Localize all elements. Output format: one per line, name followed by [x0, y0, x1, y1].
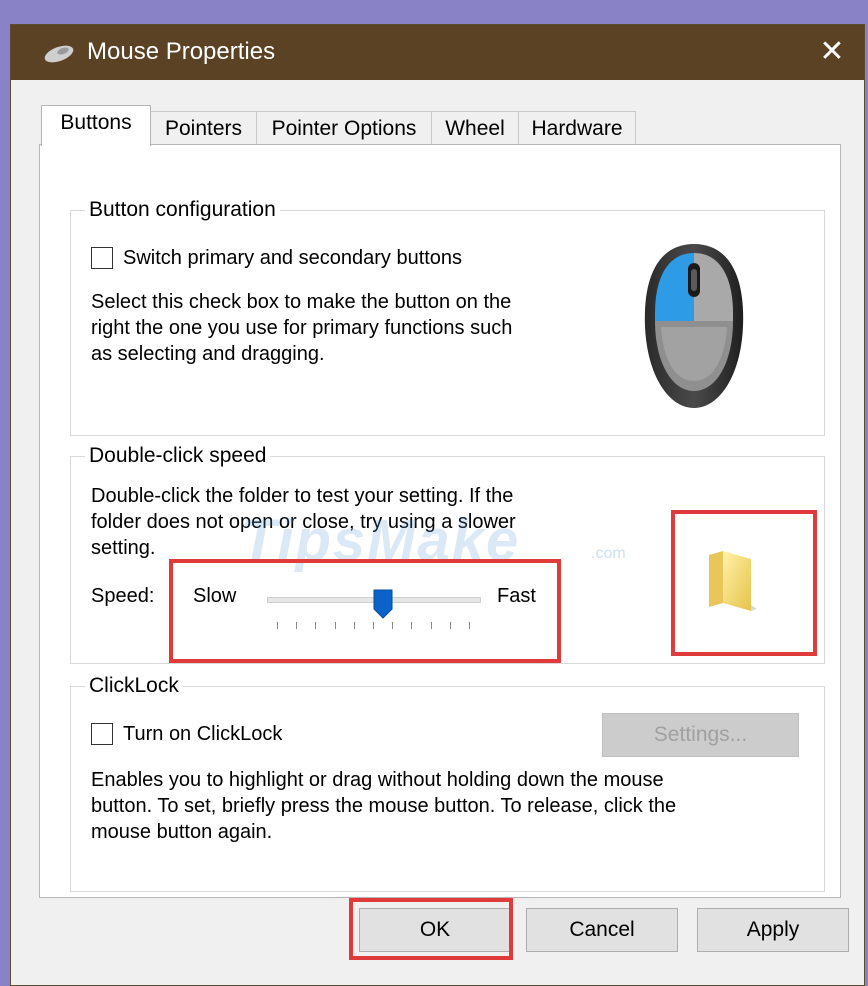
- button-config-description-line-3: as selecting and dragging.: [91, 343, 325, 365]
- clicklock-description-line-3: mouse button again.: [91, 821, 273, 843]
- window-title: Mouse Properties: [87, 38, 276, 65]
- button-configuration-group: Button configuration Switch primary and …: [70, 197, 825, 436]
- clicklock-group: ClickLock Turn on ClickLock Settings... …: [70, 673, 825, 892]
- tab-pointers[interactable]: Pointers: [150, 111, 257, 145]
- tab-panel-buttons: Button configuration Switch primary and …: [39, 144, 841, 898]
- group-title: Double-click speed: [85, 443, 271, 469]
- group-title: Button configuration: [85, 197, 280, 223]
- switch-buttons-label[interactable]: Switch primary and secondary buttons: [123, 245, 462, 271]
- tab-hardware[interactable]: Hardware: [518, 111, 636, 145]
- screen-frame-top: [0, 0, 868, 24]
- speed-highlight-box: [169, 559, 561, 663]
- group-title: ClickLock: [85, 673, 183, 699]
- clicklock-label[interactable]: Turn on ClickLock: [123, 721, 282, 747]
- close-button[interactable]: ✕: [814, 33, 850, 71]
- tab-label: Buttons: [60, 111, 132, 134]
- clicklock-description-line-1: Enables you to highlight or drag without…: [91, 769, 664, 791]
- watermark-suffix: .com: [591, 545, 626, 562]
- tab-label: Wheel: [445, 117, 505, 140]
- double-click-description-line-1: Double-click the folder to test your set…: [91, 485, 514, 507]
- clicklock-settings-button[interactable]: Settings...: [602, 713, 799, 757]
- mouse-properties-window: Mouse Properties ✕ Buttons Pointers Poin…: [10, 24, 865, 986]
- button-config-description-line-1: Select this check box to make the button…: [91, 291, 512, 313]
- tab-wheel[interactable]: Wheel: [431, 111, 519, 145]
- tab-buttons[interactable]: Buttons: [41, 105, 151, 146]
- tab-pointer-options[interactable]: Pointer Options: [256, 111, 432, 145]
- tab-label: Pointer Options: [271, 117, 417, 140]
- speed-label: Speed:: [91, 585, 155, 607]
- mouse-illustration: [644, 244, 744, 408]
- ok-highlight-box: [349, 898, 513, 960]
- screen-frame-left: [0, 0, 10, 986]
- close-icon: ✕: [819, 35, 845, 68]
- folder-highlight-box: [671, 510, 817, 656]
- title-bar[interactable]: Mouse Properties ✕: [11, 25, 864, 80]
- tab-label: Hardware: [531, 117, 623, 140]
- switch-buttons-checkbox[interactable]: [91, 247, 113, 269]
- tab-label: Pointers: [164, 117, 243, 140]
- button-config-description-line-2: right the one you use for primary functi…: [91, 317, 513, 339]
- double-click-speed-group: Double-click speed Double-click the fold…: [70, 443, 825, 664]
- clicklock-checkbox[interactable]: [91, 723, 113, 745]
- apply-button[interactable]: Apply: [697, 908, 849, 952]
- clicklock-description-line-2: button. To set, briefly press the mouse …: [91, 795, 677, 817]
- cancel-button[interactable]: Cancel: [526, 908, 678, 952]
- mouse-icon: [44, 45, 74, 63]
- double-click-description-line-3: setting.: [91, 537, 156, 559]
